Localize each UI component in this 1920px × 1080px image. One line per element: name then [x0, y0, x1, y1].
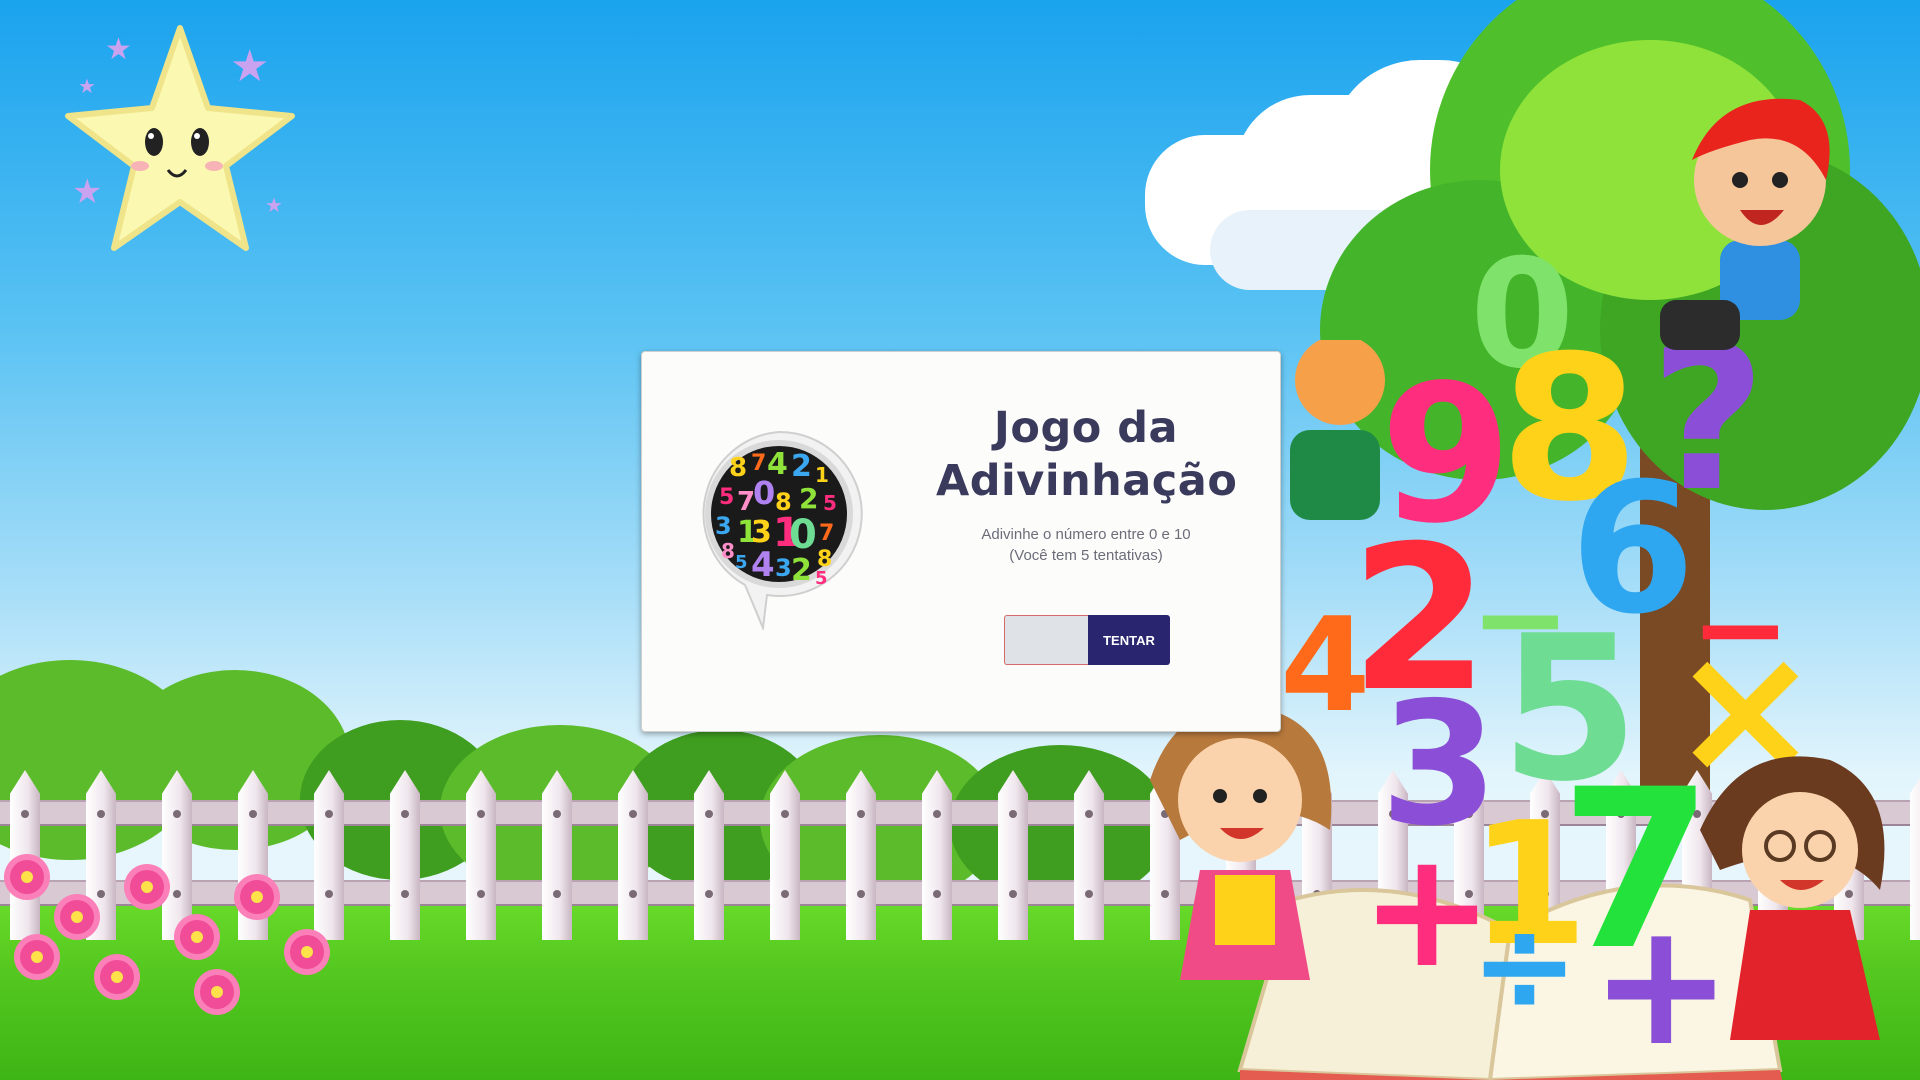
- fence-bolt: [21, 810, 29, 818]
- boy-illustration: [1660, 98, 1830, 350]
- fence-bolt: [173, 890, 181, 898]
- fence-bolt: [857, 890, 865, 898]
- fence-bolt: [933, 890, 941, 898]
- fence-picket: [618, 770, 648, 940]
- instructions-text: Adivinhe o número entre 0 e 10: [981, 526, 1191, 543]
- fence-bolt: [325, 890, 333, 898]
- fence-picket: [238, 770, 268, 940]
- attempts-note: (Você tem 5 tentativas): [1009, 547, 1163, 564]
- fence-bolt: [477, 890, 485, 898]
- fence-bolt: [173, 810, 181, 818]
- fence-picket: [922, 770, 952, 940]
- fence-bolt: [401, 890, 409, 898]
- svg-text:2: 2: [791, 449, 812, 484]
- guess-input[interactable]: [1004, 615, 1088, 665]
- page-title: Jogo da Adivinhação: [936, 402, 1238, 508]
- fence-bolt: [629, 810, 637, 818]
- svg-text:2: 2: [799, 482, 818, 515]
- fence-bolt: [781, 890, 789, 898]
- svg-text:7: 7: [751, 451, 766, 476]
- svg-text:2: 2: [791, 553, 812, 588]
- numbers-speech-bubble-icon: 8 7 4 2 1 5 7 0 8 2 5 3 1 3 1 0 7 8 5 4: [702, 430, 863, 632]
- title-line-2: Adivinhação: [936, 456, 1238, 506]
- fence-bolt: [97, 890, 105, 898]
- flower: [10, 860, 44, 894]
- fence-bolt: [933, 810, 941, 818]
- try-button[interactable]: TENTAR: [1088, 615, 1170, 665]
- fence-picket: [846, 770, 876, 940]
- fence-bolt: [1009, 810, 1017, 818]
- fence-bolt: [553, 810, 561, 818]
- svg-text:8: 8: [729, 453, 747, 483]
- svg-text:0: 0: [753, 474, 775, 512]
- fence-bolt: [781, 810, 789, 818]
- fence-picket: [466, 770, 496, 940]
- fence-bolt: [1085, 890, 1093, 898]
- girl-illustration: [1150, 706, 1332, 980]
- svg-text:5: 5: [815, 568, 828, 589]
- fence-bolt: [705, 890, 713, 898]
- fence-bolt: [325, 810, 333, 818]
- fence-picket: [390, 770, 420, 940]
- fence-picket: [694, 770, 724, 940]
- svg-text:3: 3: [775, 554, 792, 582]
- fence-picket: [770, 770, 800, 940]
- svg-text:5: 5: [735, 552, 748, 573]
- fence-picket: [998, 770, 1028, 940]
- sparkle-icon: ★: [105, 32, 132, 67]
- svg-text:3: 3: [715, 512, 732, 540]
- child-climbing-illustration: [1290, 340, 1385, 520]
- svg-text:5: 5: [823, 491, 837, 515]
- fence-picket: [542, 770, 572, 940]
- game-logo: 8 7 4 2 1 5 7 0 8 2 5 3 1 3 1 0 7 8 5 4: [695, 430, 863, 632]
- svg-text:4: 4: [751, 545, 775, 585]
- fence-bolt: [249, 810, 257, 818]
- fence-bolt: [401, 810, 409, 818]
- fence-picket: [314, 770, 344, 940]
- fence-picket: [162, 770, 192, 940]
- title-line-1: Jogo da: [993, 403, 1179, 453]
- fence-bolt: [705, 810, 713, 818]
- fence-bolt: [1085, 810, 1093, 818]
- fence-bolt: [629, 890, 637, 898]
- instructions: Adivinhe o número entre 0 e 10 (Você tem…: [936, 524, 1236, 566]
- svg-text:7: 7: [819, 521, 834, 546]
- fence-bolt: [553, 890, 561, 898]
- fence-bolt: [477, 810, 485, 818]
- fence-picket: [1074, 770, 1104, 940]
- svg-text:5: 5: [719, 485, 734, 510]
- svg-text:0: 0: [789, 512, 817, 558]
- fence-bolt: [97, 810, 105, 818]
- fence-bolt: [1009, 890, 1017, 898]
- girl-with-glasses-illustration: [1700, 756, 1885, 1040]
- fence-picket: [1910, 770, 1920, 940]
- svg-text:8: 8: [721, 539, 735, 563]
- fence-picket: [10, 770, 40, 940]
- game-dialog: 8 7 4 2 1 5 7 0 8 2 5 3 1 3 1 0 7 8 5 4: [641, 351, 1281, 732]
- fence-bolt: [857, 810, 865, 818]
